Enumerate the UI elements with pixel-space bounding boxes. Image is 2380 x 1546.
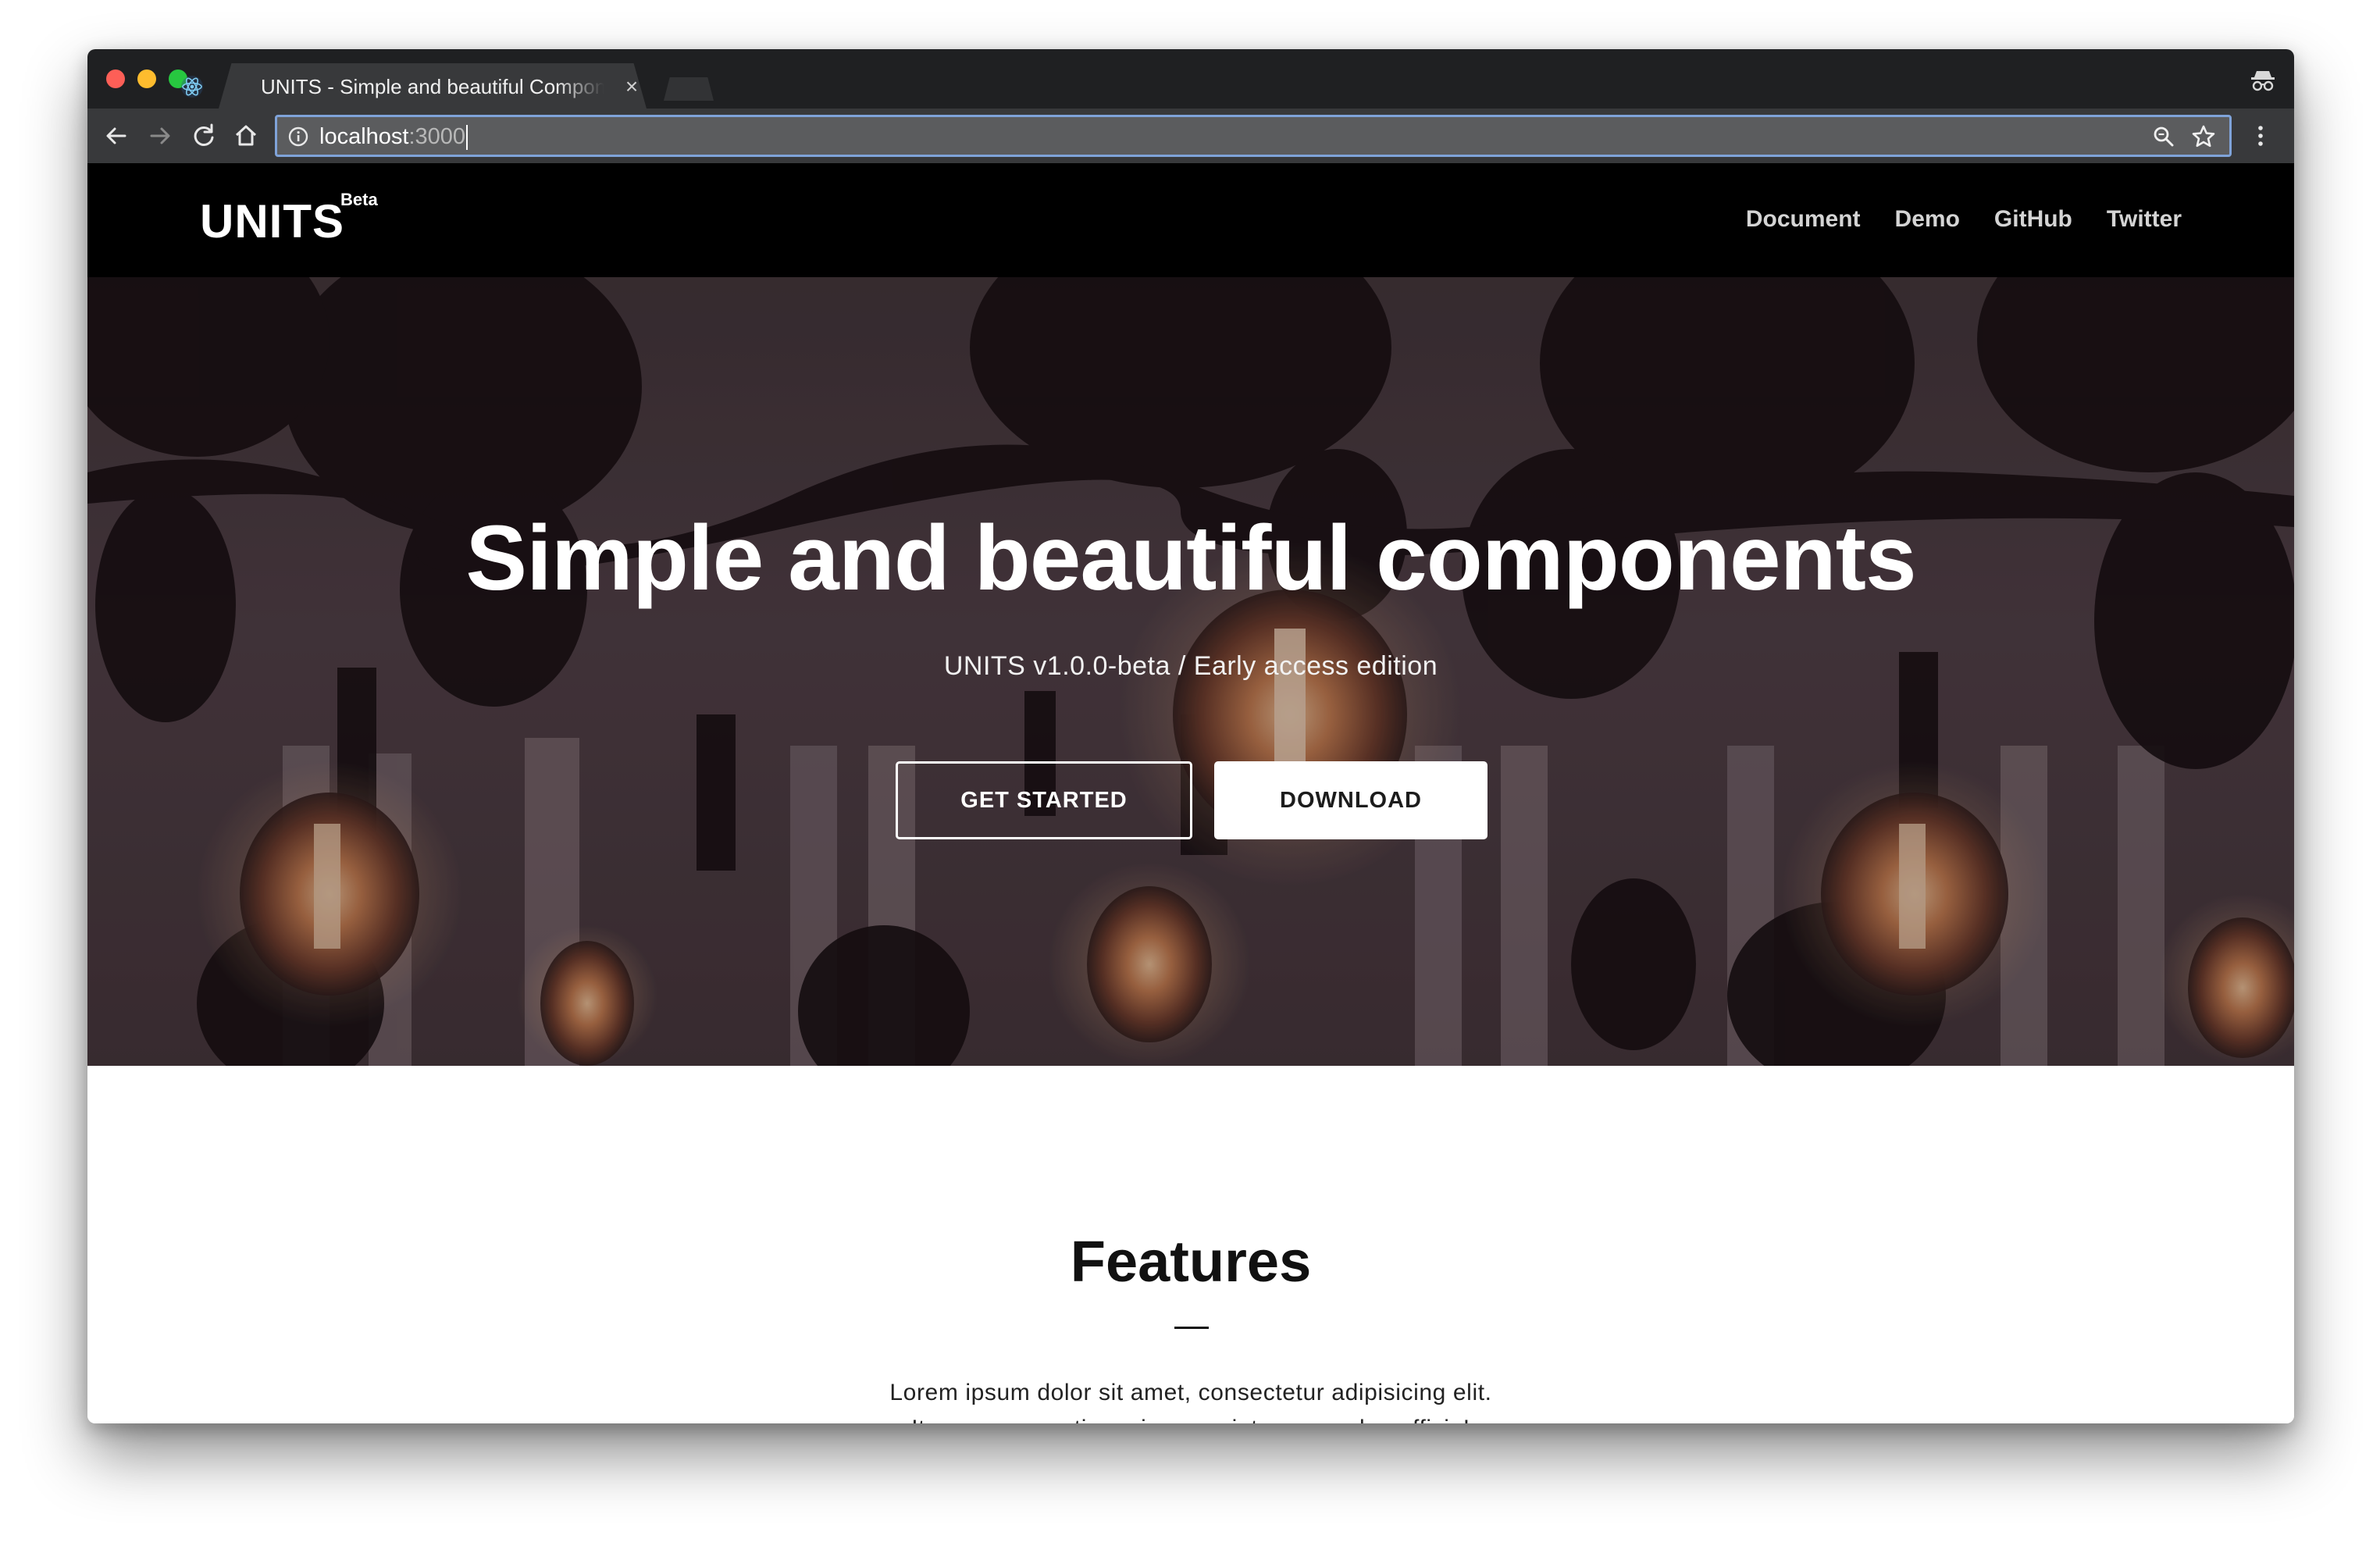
text-caret bbox=[466, 125, 469, 151]
url-text[interactable]: localhost:3000 bbox=[319, 123, 469, 151]
info-icon[interactable] bbox=[287, 125, 310, 148]
url-port: :3000 bbox=[408, 124, 466, 149]
nav-link-demo[interactable]: Demo bbox=[1895, 202, 1960, 237]
browser-window: UNITS - Simple and beautiful Components … bbox=[87, 49, 2294, 1423]
beta-badge: Beta bbox=[340, 190, 378, 209]
hero-title: Simple and beautiful components bbox=[465, 507, 1916, 610]
nav-link-twitter[interactable]: Twitter bbox=[2107, 202, 2182, 237]
close-window-button[interactable] bbox=[106, 69, 125, 88]
tab-bar: UNITS - Simple and beautiful Components … bbox=[87, 49, 2294, 109]
features-line-2: Itaque praesentium eius eveniet recusand… bbox=[87, 1411, 2294, 1423]
nav-link-github[interactable]: GitHub bbox=[1994, 202, 2072, 237]
vertical-dots-icon[interactable] bbox=[2243, 118, 2278, 154]
site-logo[interactable]: UNITS bbox=[200, 194, 344, 249]
nav-link-document[interactable]: Document bbox=[1746, 202, 1861, 237]
react-atom-icon bbox=[181, 76, 203, 98]
hero-section: Simple and beautiful components UNITS v1… bbox=[87, 277, 2294, 1066]
home-icon[interactable] bbox=[228, 118, 264, 154]
magnifier-icon[interactable] bbox=[2151, 124, 2176, 149]
features-title: Features bbox=[1070, 1229, 1312, 1294]
arrow-left-icon[interactable] bbox=[98, 118, 134, 154]
address-bar[interactable]: localhost:3000 bbox=[275, 115, 2232, 157]
get-started-button[interactable]: GET STARTED bbox=[896, 761, 1192, 839]
site-navbar: UNITS Beta Document Demo GitHub Twitter bbox=[87, 163, 2294, 277]
tab-title[interactable]: UNITS - Simple and beautiful Components bbox=[261, 73, 604, 101]
web-page: UNITS Beta Document Demo GitHub Twitter bbox=[87, 163, 2294, 1423]
star-icon[interactable] bbox=[2190, 123, 2217, 150]
reload-icon[interactable] bbox=[186, 118, 222, 154]
minimize-window-button[interactable] bbox=[137, 69, 156, 88]
url-host: localhost bbox=[319, 124, 409, 149]
download-button[interactable]: DOWNLOAD bbox=[1214, 761, 1488, 839]
arrow-right-icon[interactable] bbox=[142, 118, 178, 154]
browser-toolbar: localhost:3000 bbox=[87, 109, 2294, 163]
nav-links: Document Demo GitHub Twitter bbox=[1746, 202, 2182, 237]
hero-subtitle: UNITS v1.0.0-beta / Early access edition bbox=[943, 651, 1438, 681]
features-divider bbox=[1174, 1327, 1209, 1329]
new-tab-button[interactable] bbox=[664, 77, 714, 101]
incognito-icon bbox=[2251, 71, 2275, 91]
features-line-1: Lorem ipsum dolor sit amet, consectetur … bbox=[889, 1380, 1492, 1405]
features-description: Lorem ipsum dolor sit amet, consectetur … bbox=[87, 1375, 2294, 1423]
tab-close-button[interactable]: × bbox=[618, 73, 645, 101]
